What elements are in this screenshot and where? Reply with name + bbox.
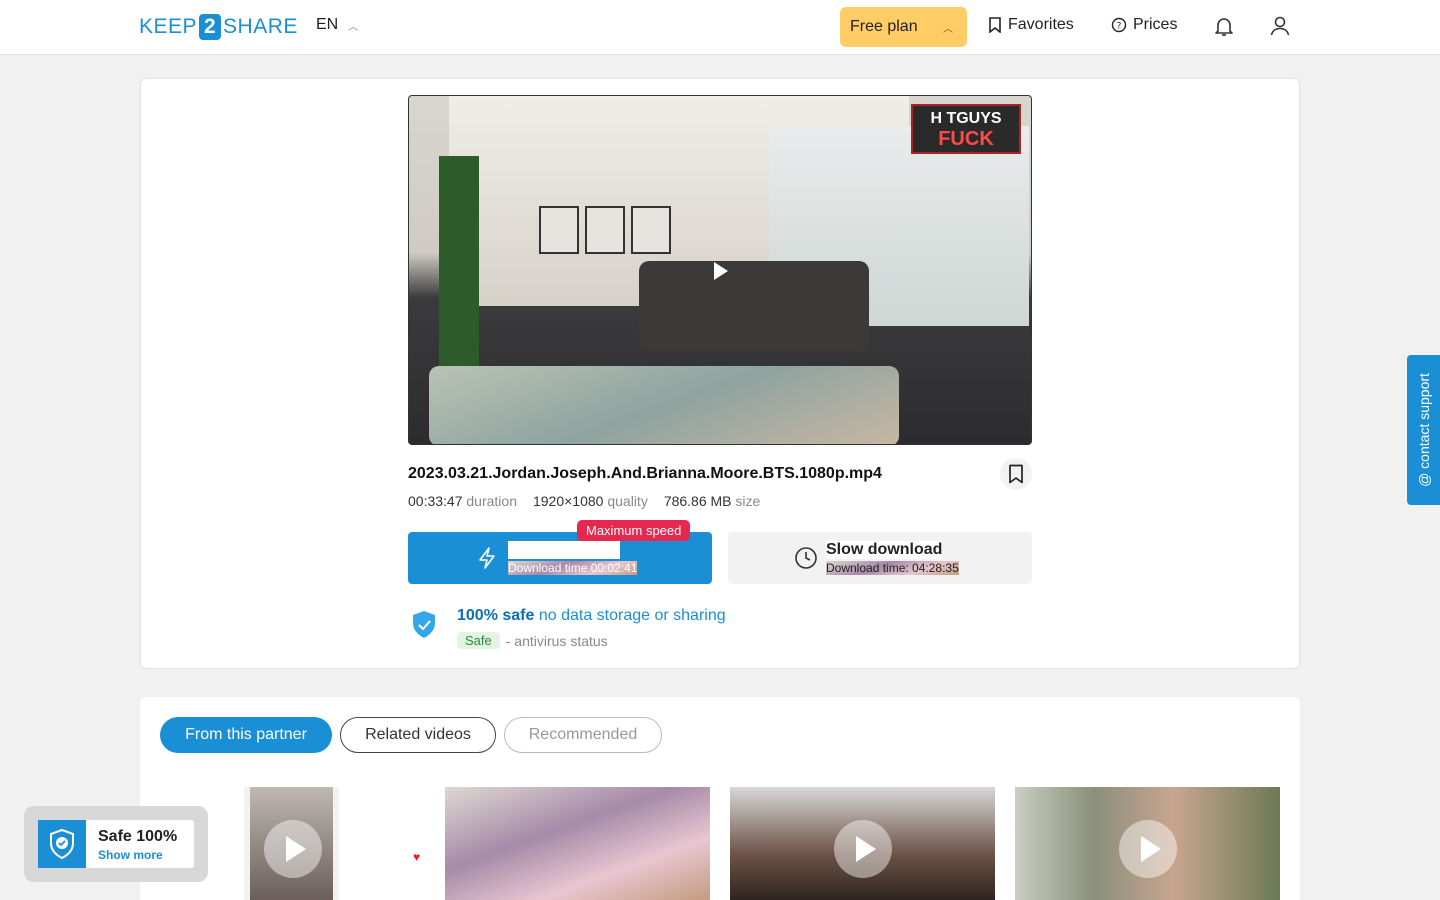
clock-icon: [795, 547, 817, 569]
tab-from-this-partner[interactable]: From this partner: [160, 717, 332, 753]
help-circle-icon: ?: [1111, 17, 1127, 33]
tab-recommended[interactable]: Recommended: [504, 717, 662, 753]
chevron-up-icon: ︿: [348, 21, 359, 33]
lightning-icon: [479, 547, 495, 569]
favorites-label: Favorites: [1008, 16, 1074, 33]
safe-widget[interactable]: Safe 100% Show more: [24, 806, 208, 882]
video-preview[interactable]: H TGUYS FUCK: [408, 95, 1032, 445]
watermark-line2: FUCK: [938, 128, 994, 150]
studio-watermark: H TGUYS FUCK: [911, 104, 1021, 154]
plan-label: Free plan: [850, 18, 918, 35]
language-code: EN: [316, 16, 339, 33]
logo-text-right: SHARE: [223, 15, 298, 38]
fast-download-title: Fast download: [508, 541, 620, 559]
notifications-bell-icon[interactable]: [1212, 14, 1236, 38]
safety-headline: 100% safe no data storage or sharing: [457, 607, 726, 625]
video-scene-art: [585, 206, 625, 254]
favorites-link[interactable]: Favorites: [988, 16, 1074, 34]
meta-size: 786.86 MB size: [663, 493, 761, 509]
bookmark-button[interactable]: [1000, 458, 1032, 490]
shield-check-icon: [50, 828, 74, 860]
meta-quality: 1920×1080 quality: [532, 493, 648, 509]
antivirus-status-text: - antivirus status: [505, 632, 608, 649]
contact-support-label: @ contact support: [1415, 373, 1432, 487]
tab-related-videos[interactable]: Related videos: [340, 717, 496, 753]
bookmark-icon: [1009, 464, 1023, 484]
contact-support-tab[interactable]: @ contact support: [1407, 355, 1440, 505]
watermark-line1: H TGUYS: [930, 110, 1002, 127]
safe-widget-title: Safe 100%: [98, 828, 178, 845]
show-more-link[interactable]: Show more: [98, 848, 163, 862]
video-scene-art: [539, 206, 579, 254]
fast-download-time: Download time 00:02:41: [508, 561, 638, 575]
slow-download-title: Slow download: [826, 541, 943, 559]
video-scene-art: [631, 206, 671, 254]
top-header: KEEP 2 SHARE EN ︿ Free plan ︿ Favorites ? …: [0, 0, 1440, 55]
video-thumbnail[interactable]: [730, 787, 995, 900]
svg-text:?: ?: [1117, 22, 1122, 32]
logo-number: 2: [199, 14, 222, 40]
video-scene-rug: [429, 366, 899, 444]
play-icon[interactable]: [833, 820, 892, 878]
video-scene-bed: [639, 261, 869, 351]
bookmark-icon: [989, 17, 1001, 33]
file-name: 2023.03.21.Jordan.Joseph.And.Brianna.Moo…: [408, 465, 882, 482]
safety-bold: 100% safe: [457, 607, 535, 624]
meta-duration: 00:33:47 duration: [408, 493, 517, 509]
safety-rest: no data storage or sharing: [534, 607, 726, 624]
play-icon[interactable]: [263, 820, 322, 878]
chevron-up-icon: ︿: [943, 23, 953, 35]
play-icon[interactable]: [1118, 820, 1177, 878]
slow-download-time: Download time: 04:28:35: [826, 561, 959, 575]
maximum-speed-badge: Maximum speed: [577, 520, 691, 541]
free-plan-button[interactable]: Free plan ︿: [840, 7, 967, 47]
logo-text-left: KEEP: [139, 15, 198, 38]
fast-download-button[interactable]: Maximum speed Fast download Download tim…: [408, 520, 712, 584]
heart-icon: ♥: [413, 850, 421, 864]
shield-check-icon: [413, 611, 435, 638]
keep2share-logo[interactable]: KEEP 2 SHARE: [139, 14, 298, 40]
antivirus-status: Safe - antivirus status: [457, 632, 608, 649]
user-profile-icon[interactable]: [1268, 14, 1292, 38]
safe-pill: Safe: [457, 632, 500, 649]
video-thumbnail[interactable]: [1015, 787, 1280, 900]
prices-link[interactable]: ? Prices: [1111, 16, 1177, 34]
file-meta: 00:33:47 duration 1920×1080 quality 786.…: [408, 493, 760, 509]
safe-widget-inner: Safe 100% Show more: [38, 820, 194, 868]
slow-download-button[interactable]: Slow download Download time: 04:28:35: [728, 532, 1032, 584]
play-icon[interactable]: [714, 262, 728, 280]
video-scene-plant: [439, 156, 479, 386]
safe-widget-badge: [38, 820, 86, 868]
language-selector[interactable]: EN ︿: [316, 16, 358, 34]
video-thumbnail[interactable]: [445, 787, 710, 900]
prices-label: Prices: [1133, 16, 1178, 33]
